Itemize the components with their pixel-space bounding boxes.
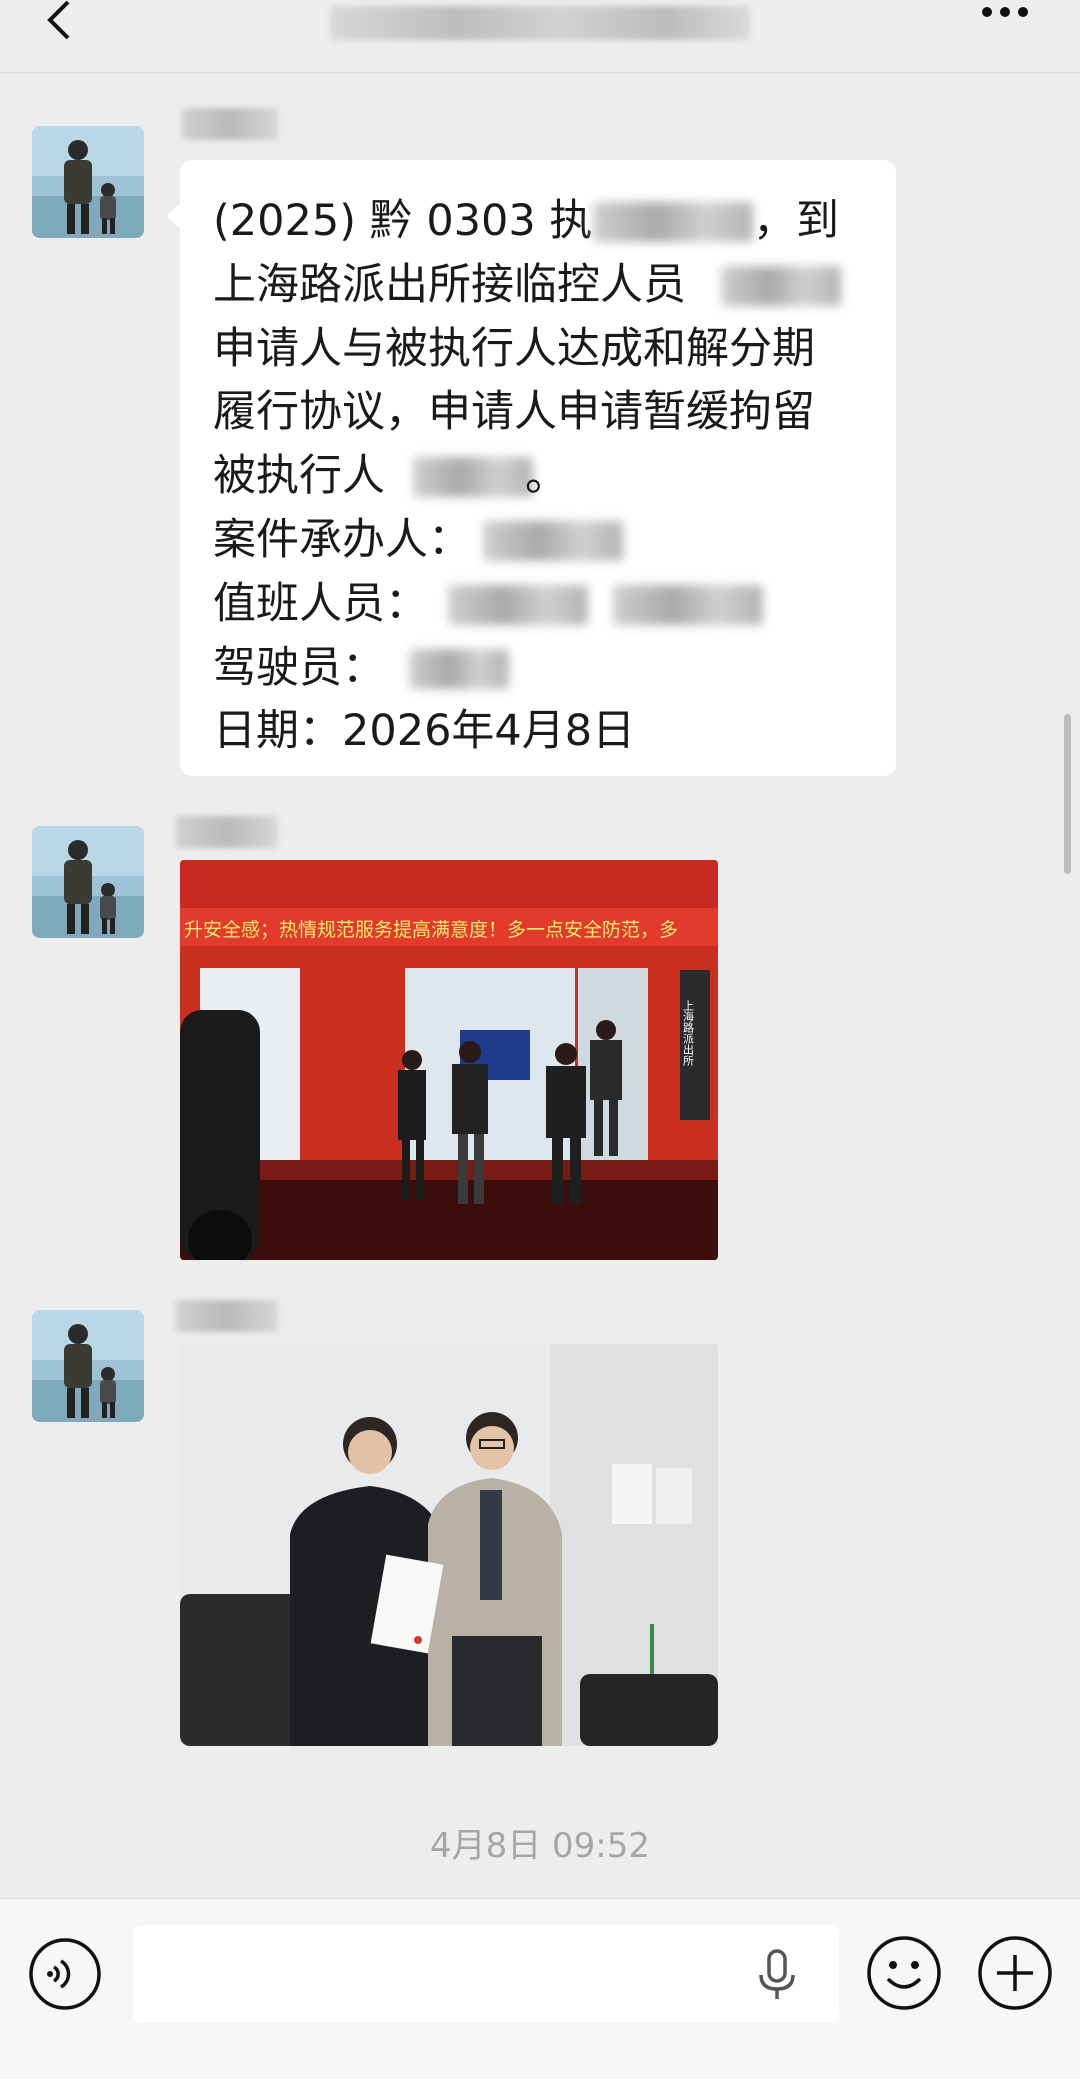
message-line: 被执行人 。 [213, 445, 873, 509]
avatar[interactable] [32, 826, 144, 938]
top-bar [0, 0, 1080, 73]
photo-agreement-signing[interactable] [180, 1344, 718, 1746]
voice-mode-icon[interactable] [28, 1937, 102, 2011]
banner-text: 升安全感；热情规范服务提高满意度！多一点安全防范，多 [184, 919, 678, 941]
station-sign-text: 上海路派出所 [682, 1000, 695, 1067]
avatar[interactable] [32, 126, 144, 238]
redaction-mask [448, 584, 588, 625]
photo-police-station[interactable]: 升安全感；热情规范服务提高满意度！多一点安全防范，多 上海路派出所 [180, 860, 718, 1260]
redaction-mask [721, 265, 841, 306]
message-line: 申请人与被执行人达成和解分期 [213, 323, 815, 374]
message-input[interactable] [133, 1925, 839, 2023]
scrollbar[interactable] [1064, 714, 1071, 874]
message-line: 案件承办人： [213, 509, 873, 573]
plus-icon[interactable] [977, 1935, 1053, 2011]
chat-title [330, 6, 750, 40]
sender-name [176, 816, 278, 848]
message-line: 驾驶员： [213, 637, 873, 701]
avatar[interactable] [32, 1310, 144, 1422]
emoji-icon[interactable] [866, 1935, 942, 2011]
message-line: 日期：2026年4月8日 [213, 706, 636, 757]
redaction-mask [409, 648, 509, 689]
redaction-mask [613, 584, 763, 625]
message-line: 履行协议，申请人申请暂缓拘留 [213, 387, 815, 438]
redaction-mask [413, 457, 533, 498]
message-line-tail: ，到 [753, 196, 839, 246]
message-bubble[interactable]: (2025) 黔 0303 执 ，到 上海路派出所接临控人员 申请人与被执行人达… [166, 160, 896, 776]
message-line: 值班人员： [213, 573, 873, 637]
redaction-mask [483, 520, 623, 561]
message-line: 上海路派出所接临控人员 [213, 254, 873, 318]
redaction-mask [593, 202, 753, 242]
message-line: (2025) 黔 0303 执 ，到 [213, 190, 873, 254]
microphone-icon[interactable] [752, 1947, 802, 2003]
chevron-left-icon[interactable] [40, 0, 80, 40]
input-bar [0, 1898, 1080, 2079]
message-line-tail: 。 [525, 451, 568, 502]
message-timestamp: 4月8日 09:52 [429, 1826, 651, 1866]
sender-name [176, 1300, 278, 1332]
more-dots-icon[interactable] [975, 0, 1035, 30]
sender-name [182, 108, 278, 140]
